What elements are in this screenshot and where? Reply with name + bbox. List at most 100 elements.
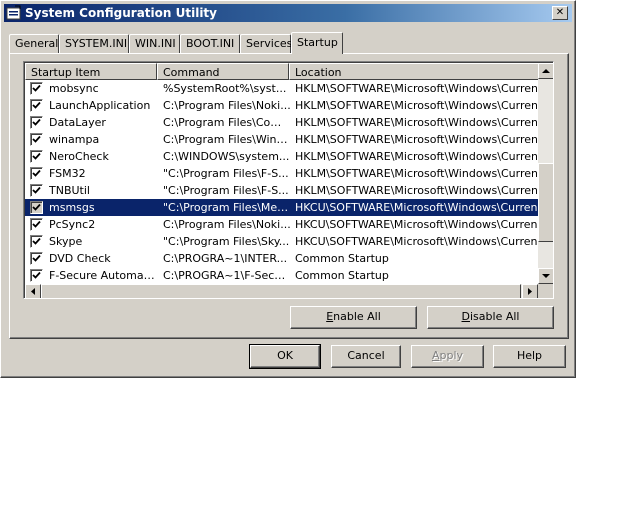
check-icon	[32, 271, 41, 279]
check-icon	[32, 152, 41, 160]
check-icon	[32, 135, 41, 143]
list-row[interactable]: F-Secure Automati... C:\PROGRA~1\F-Secu.…	[25, 267, 538, 284]
column-header-startup-item[interactable]: Startup Item	[25, 63, 157, 80]
arrow-right-icon	[528, 288, 532, 295]
disable-all-button[interactable]: Disable All	[427, 306, 554, 329]
startup-item-name: mobsync	[49, 82, 99, 95]
check-icon	[32, 101, 41, 109]
apply-mnemonic: A	[431, 349, 440, 362]
apply-button[interactable]: Apply	[411, 345, 484, 368]
startup-item-name: LaunchApplication	[49, 99, 151, 112]
vertical-scrollbar[interactable]	[538, 63, 553, 284]
startup-item-command: C:\Program Files\Noki...	[163, 99, 291, 112]
scroll-down-button[interactable]	[538, 268, 553, 284]
list-row[interactable]: PcSync2 C:\Program Files\Noki... HKCU\SO…	[25, 216, 538, 233]
startup-item-location: HKLM\SOFTWARE\Microsoft\Windows\CurrentV…	[295, 82, 537, 95]
check-icon	[32, 169, 41, 177]
row-checkbox[interactable]	[30, 99, 43, 112]
cancel-label: Cancel	[347, 349, 385, 362]
startup-item-location: HKLM\SOFTWARE\Microsoft\Windows\CurrentV…	[295, 99, 537, 112]
scroll-left-button[interactable]	[25, 284, 41, 298]
title-bar[interactable]: System Configuration Utility ✕	[4, 4, 572, 22]
tab-boot-ini[interactable]: BOOT.INI	[180, 34, 240, 53]
startup-item-command: "C:\Program Files\Mes...	[163, 201, 291, 214]
row-checkbox[interactable]	[30, 184, 43, 197]
startup-item-name: Skype	[49, 235, 83, 248]
startup-item-command: C:\Program Files\Com...	[163, 116, 291, 129]
tab-system-ini[interactable]: SYSTEM.INI	[59, 34, 129, 53]
ok-button[interactable]: OK	[249, 344, 321, 369]
list-row[interactable]: NeroCheck C:\WINDOWS\system... HKLM\SOFT…	[25, 148, 538, 165]
list-row[interactable]: mobsync %SystemRoot%\syst... HKLM\SOFTWA…	[25, 80, 538, 97]
list-row[interactable]: FSM32 "C:\Program Files\F-S... HKLM\SOFT…	[25, 165, 538, 182]
cancel-button[interactable]: Cancel	[331, 345, 401, 368]
row-checkbox[interactable]	[30, 150, 43, 163]
close-icon: ✕	[555, 7, 565, 18]
startup-item-name: NeroCheck	[49, 150, 109, 163]
system-configuration-window: System Configuration Utility ✕ General S…	[0, 0, 576, 378]
row-checkbox[interactable]	[30, 218, 43, 231]
column-header-command[interactable]: Command	[157, 63, 289, 80]
startup-item-location: HKLM\SOFTWARE\Microsoft\Windows\CurrentV…	[295, 116, 537, 129]
check-icon	[32, 84, 41, 92]
check-icon	[32, 203, 41, 211]
startup-item-name: F-Secure Automati...	[49, 269, 157, 282]
column-header-location[interactable]: Location	[289, 63, 540, 80]
disable-all-label: isable All	[470, 310, 520, 323]
enable-all-button[interactable]: Enable All	[290, 306, 417, 329]
scrollbar-corner	[538, 284, 553, 298]
vertical-scroll-thumb[interactable]	[538, 163, 553, 242]
row-checkbox[interactable]	[30, 116, 43, 129]
scroll-up-button[interactable]	[538, 63, 553, 79]
row-checkbox[interactable]	[30, 167, 43, 180]
disable-all-mnemonic: D	[461, 310, 470, 323]
ok-label: OK	[277, 349, 293, 362]
list-row[interactable]: LaunchApplication C:\Program Files\Noki.…	[25, 97, 538, 114]
startup-items-list[interactable]: Startup Item Command Location mobsync %S…	[23, 61, 554, 299]
tab-services[interactable]: Services	[240, 34, 292, 53]
tab-general[interactable]: General	[9, 34, 59, 53]
check-icon	[32, 186, 41, 194]
arrow-left-icon	[31, 288, 35, 295]
list-row[interactable]: TNBUtil "C:\Program Files\F-S... HKLM\SO…	[25, 182, 538, 199]
row-checkbox[interactable]	[30, 133, 43, 146]
startup-item-command: %SystemRoot%\syst...	[163, 82, 287, 95]
check-icon	[32, 220, 41, 228]
check-icon	[32, 254, 41, 262]
list-row[interactable]: DataLayer C:\Program Files\Com... HKLM\S…	[25, 114, 538, 131]
tab-win-ini[interactable]: WIN.INI	[129, 34, 180, 53]
row-checkbox[interactable]	[30, 269, 43, 282]
tab-startup[interactable]: Startup	[291, 32, 343, 54]
window-title: System Configuration Utility	[25, 6, 217, 20]
startup-item-location: HKCU\SOFTWARE\Microsoft\Windows\CurrentV…	[295, 201, 537, 214]
arrow-up-icon	[542, 69, 550, 73]
check-icon	[32, 118, 41, 126]
startup-item-location: HKLM\SOFTWARE\Microsoft\Windows\CurrentV…	[295, 133, 537, 146]
startup-item-command: C:\PROGRA~1\F-Secu...	[163, 269, 291, 282]
row-checkbox[interactable]	[30, 235, 43, 248]
startup-item-command: "C:\Program Files\Sky...	[163, 235, 290, 248]
list-row[interactable]: DVD Check C:\PROGRA~1\INTER... Common St…	[25, 250, 538, 267]
horizontal-scrollbar[interactable]	[25, 284, 538, 298]
startup-item-name: winampa	[49, 133, 100, 146]
startup-item-command: C:\Program Files\Wina...	[163, 133, 291, 146]
scroll-right-button[interactable]	[522, 284, 538, 298]
row-checkbox[interactable]	[30, 201, 43, 214]
startup-item-command: "C:\Program Files\F-S...	[163, 167, 289, 180]
startup-item-name: DataLayer	[49, 116, 106, 129]
startup-item-command: "C:\Program Files\F-S...	[163, 184, 289, 197]
arrow-down-icon	[542, 274, 550, 278]
startup-item-location: HKCU\SOFTWARE\Microsoft\Windows\CurrentV…	[295, 218, 537, 231]
horizontal-scroll-thumb[interactable]	[41, 284, 521, 298]
help-button[interactable]: Help	[493, 345, 566, 368]
list-rows: mobsync %SystemRoot%\syst... HKLM\SOFTWA…	[25, 80, 538, 284]
row-checkbox[interactable]	[30, 82, 43, 95]
list-row[interactable]: Skype "C:\Program Files\Sky... HKCU\SOFT…	[25, 233, 538, 250]
list-row[interactable]: winampa C:\Program Files\Wina... HKLM\SO…	[25, 131, 538, 148]
startup-item-name: DVD Check	[49, 252, 111, 265]
list-row-selected[interactable]: msmsgs "C:\Program Files\Mes... HKCU\SOF…	[25, 199, 538, 216]
row-checkbox[interactable]	[30, 252, 43, 265]
close-button[interactable]: ✕	[552, 6, 568, 20]
startup-item-location: HKLM\SOFTWARE\Microsoft\Windows\CurrentV…	[295, 150, 537, 163]
startup-item-name: FSM32	[49, 167, 86, 180]
